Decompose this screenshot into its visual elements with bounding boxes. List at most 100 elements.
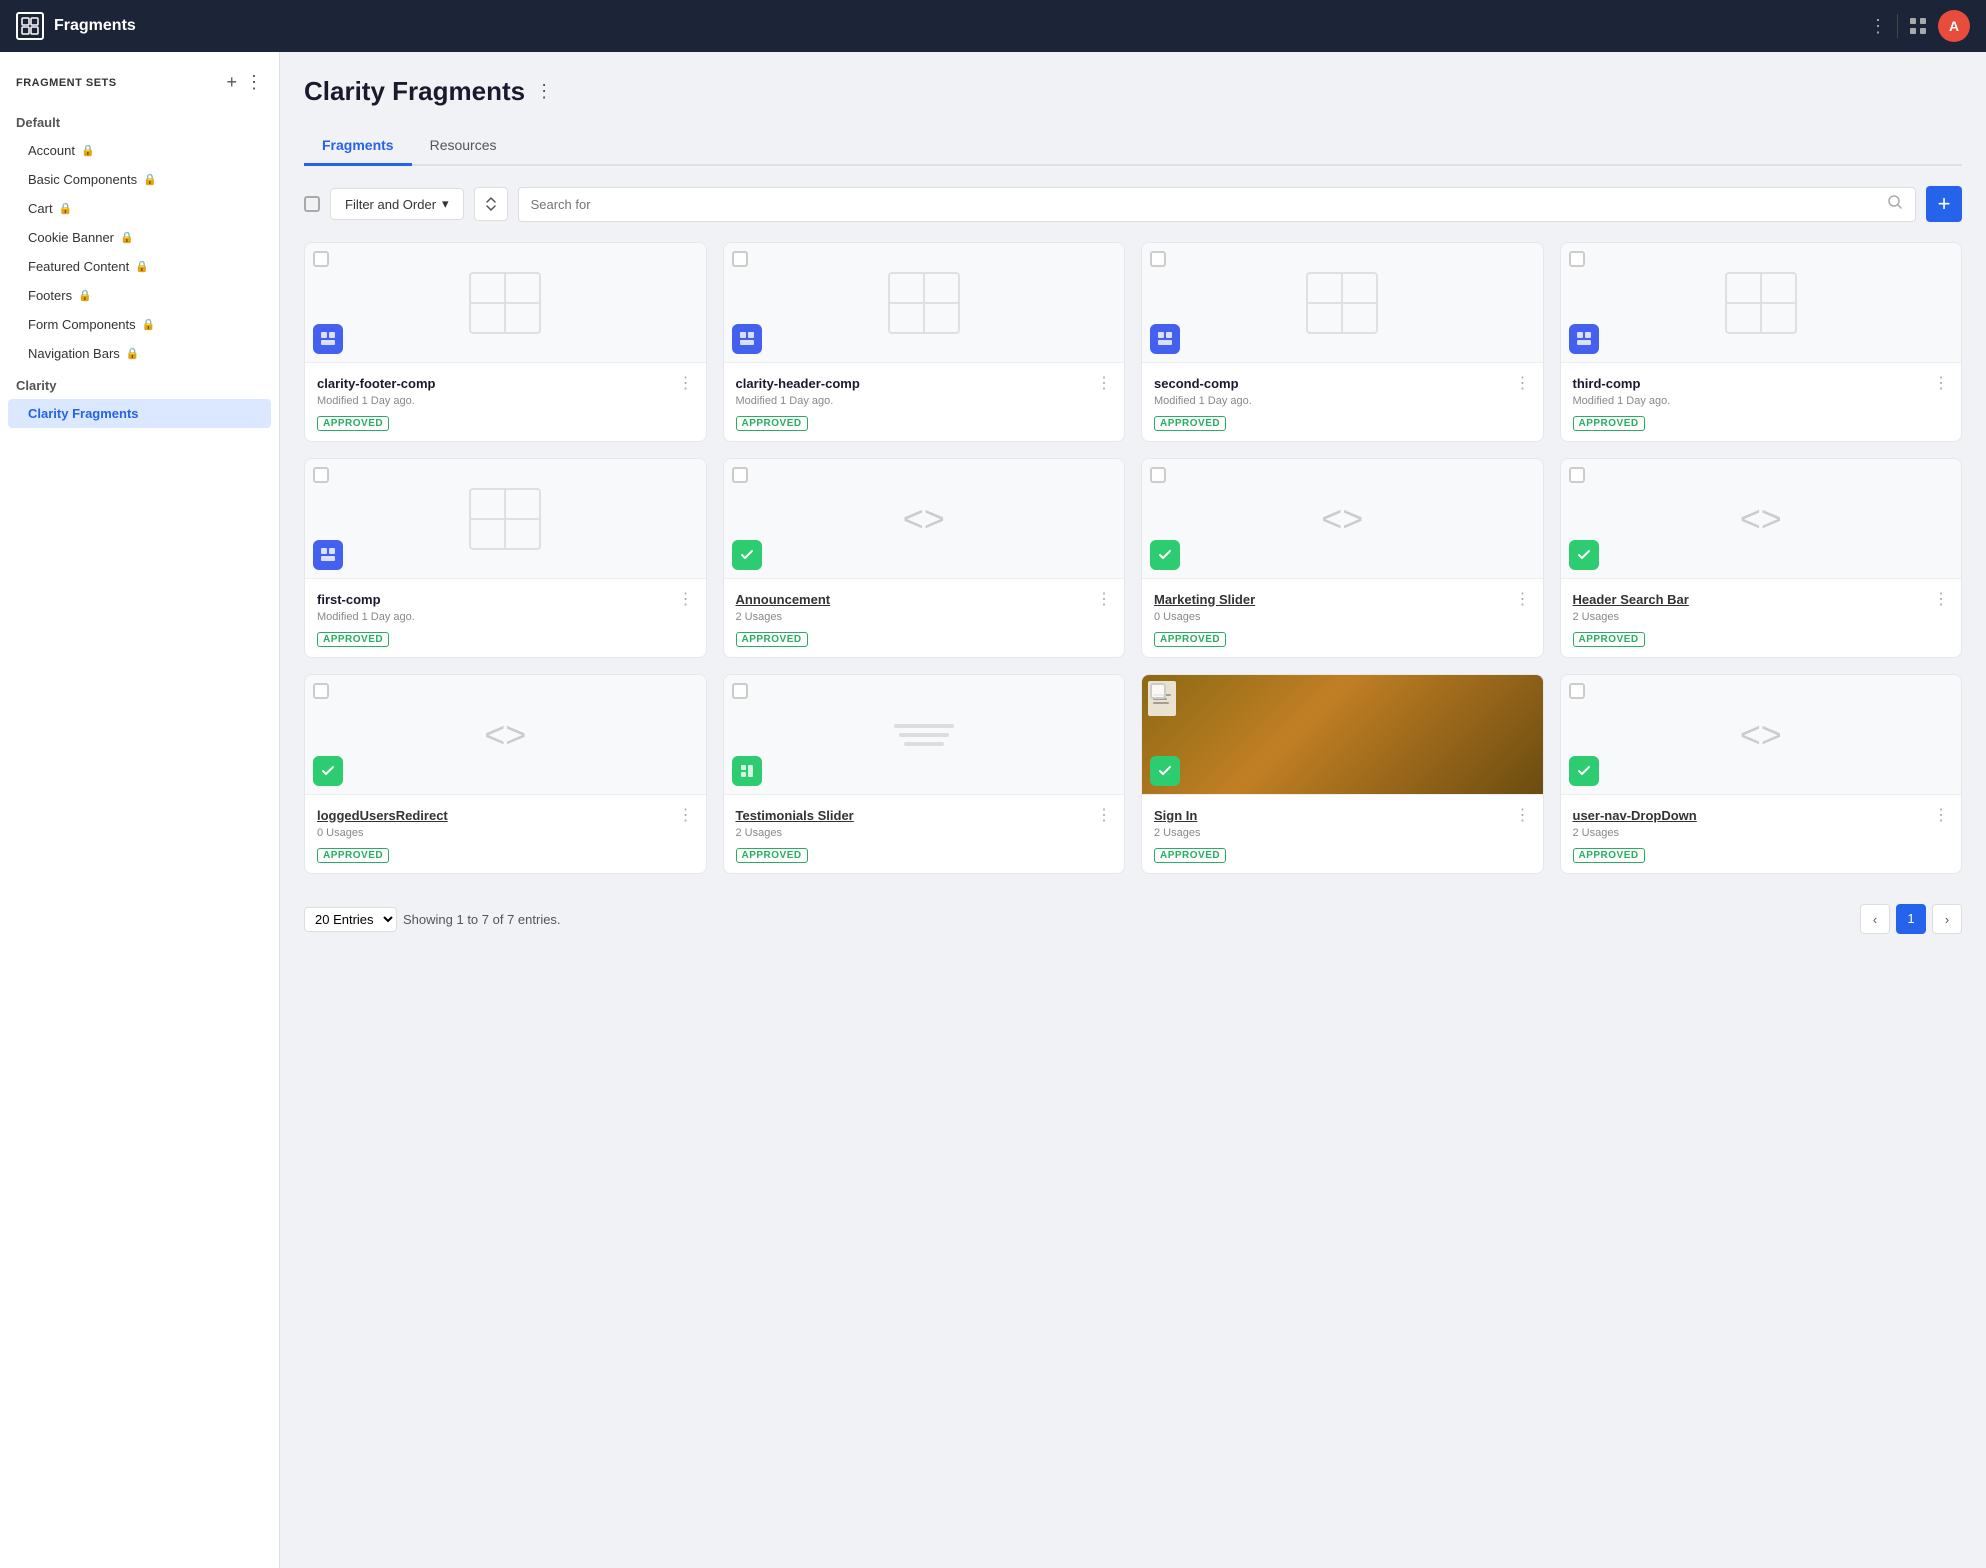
card-checkbox[interactable] <box>1569 467 1585 483</box>
card-name: third-comp <box>1573 376 1641 391</box>
top-nav-grid-icon[interactable] <box>1908 16 1928 36</box>
prev-page-button[interactable]: ‹ <box>1860 904 1890 934</box>
card-dots-icon[interactable]: ⋮ <box>1933 805 1949 825</box>
card-dots-icon[interactable]: ⋮ <box>678 373 694 393</box>
card-name-row: Marketing Slider ⋮ <box>1154 589 1531 609</box>
card-badge: APPROVED <box>736 848 808 863</box>
card-badge: APPROVED <box>1573 416 1645 431</box>
fragment-card-announcement[interactable]: <> Announcement ⋮ 2 Usages APPROVED <box>723 458 1126 658</box>
tab-fragments[interactable]: Fragments <box>304 127 412 166</box>
card-name[interactable]: Marketing Slider <box>1154 592 1255 607</box>
sidebar-item-basic-components[interactable]: Basic Components 🔒 <box>0 165 279 194</box>
card-name[interactable]: Header Search Bar <box>1573 592 1689 607</box>
card-icon-badge <box>1150 540 1180 570</box>
card-checkbox[interactable] <box>1150 683 1166 699</box>
sidebar-item-clarity-fragments[interactable]: Clarity Fragments <box>8 399 271 428</box>
entries-select[interactable]: 20 Entries 10 Entries 5 Entries <box>304 907 397 932</box>
card-badge: APPROVED <box>1154 416 1226 431</box>
card-meta: 0 Usages <box>1154 611 1531 623</box>
card-name[interactable]: user-nav-DropDown <box>1573 808 1697 823</box>
showing-label: Showing 1 to 7 of 7 entries. <box>403 912 561 927</box>
sidebar-item-cookie-banner[interactable]: Cookie Banner 🔒 <box>0 223 279 252</box>
sidebar-item-form-components[interactable]: Form Components 🔒 <box>0 310 279 339</box>
card-checkbox[interactable] <box>1569 251 1585 267</box>
sort-button[interactable] <box>474 187 508 221</box>
card-dots-icon[interactable]: ⋮ <box>1096 805 1112 825</box>
card-name[interactable]: Announcement <box>736 592 831 607</box>
nav-divider <box>1897 14 1898 38</box>
card-checkbox[interactable] <box>313 683 329 699</box>
card-meta: Modified 1 Day ago. <box>317 611 694 623</box>
card-dots-icon[interactable]: ⋮ <box>1933 373 1949 393</box>
card-dots-icon[interactable]: ⋮ <box>1933 589 1949 609</box>
cookie-banner-lock-icon: 🔒 <box>120 231 134 244</box>
card-icon-badge <box>1150 756 1180 786</box>
card-dots-icon[interactable]: ⋮ <box>678 589 694 609</box>
card-name[interactable]: Testimonials Slider <box>736 808 854 823</box>
code-preview-icon: <> <box>1321 498 1363 540</box>
user-avatar[interactable]: A <box>1938 10 1970 42</box>
card-checkbox[interactable] <box>732 251 748 267</box>
card-dots-icon[interactable]: ⋮ <box>1096 589 1112 609</box>
select-all-checkbox[interactable] <box>304 196 320 212</box>
fragment-card-clarity-header-comp[interactable]: clarity-header-comp ⋮ Modified 1 Day ago… <box>723 242 1126 442</box>
card-dots-icon[interactable]: ⋮ <box>1096 373 1112 393</box>
fragment-set-menu-icon[interactable]: ⋮ <box>245 72 263 93</box>
tab-resources[interactable]: Resources <box>412 127 515 166</box>
card-name-row: Header Search Bar ⋮ <box>1573 589 1950 609</box>
sidebar-item-footers[interactable]: Footers 🔒 <box>0 281 279 310</box>
next-page-button[interactable]: › <box>1932 904 1962 934</box>
fragment-card-second-comp[interactable]: second-comp ⋮ Modified 1 Day ago. APPROV… <box>1141 242 1544 442</box>
fragment-card-first-comp[interactable]: first-comp ⋮ Modified 1 Day ago. APPROVE… <box>304 458 707 658</box>
filter-order-button[interactable]: Filter and Order ▾ <box>330 188 464 220</box>
page-menu-icon[interactable]: ⋮ <box>535 81 553 102</box>
card-checkbox[interactable] <box>732 683 748 699</box>
card-meta: Modified 1 Day ago. <box>1154 395 1531 407</box>
card-dots-icon[interactable]: ⋮ <box>1515 589 1531 609</box>
search-input[interactable] <box>531 197 1879 212</box>
fragment-card-clarity-footer-comp[interactable]: clarity-footer-comp ⋮ Modified 1 Day ago… <box>304 242 707 442</box>
account-lock-icon: 🔒 <box>81 144 95 157</box>
fragment-card-sign-in[interactable]: Sign In ⋮ 2 Usages APPROVED <box>1141 674 1544 874</box>
card-dots-icon[interactable]: ⋮ <box>678 805 694 825</box>
code-preview-icon: <> <box>484 714 526 756</box>
fragment-card-testimonials-slider[interactable]: Testimonials Slider ⋮ 2 Usages APPROVED <box>723 674 1126 874</box>
card-dots-icon[interactable]: ⋮ <box>1515 373 1531 393</box>
form-components-lock-icon: 🔒 <box>142 318 156 331</box>
fragment-card-user-nav-dropdown[interactable]: <> user-nav-DropDown ⋮ 2 Usages APPROVED <box>1560 674 1963 874</box>
card-icon-badge <box>1150 324 1180 354</box>
fragment-card-marketing-slider[interactable]: <> Marketing Slider ⋮ 0 Usages APPROVED <box>1141 458 1544 658</box>
top-nav-dots-icon[interactable]: ⋮ <box>1869 16 1887 37</box>
sidebar-item-navigation-bars[interactable]: Navigation Bars 🔒 <box>0 339 279 368</box>
card-body: clarity-footer-comp ⋮ Modified 1 Day ago… <box>305 363 706 441</box>
sidebar-item-cart[interactable]: Cart 🔒 <box>0 194 279 223</box>
card-name[interactable]: loggedUsersRedirect <box>317 808 448 823</box>
sidebar-item-account[interactable]: Account 🔒 <box>0 136 279 165</box>
add-button[interactable]: + <box>1926 186 1962 222</box>
sidebar-section-default: Default Account 🔒 Basic Components 🔒 Car… <box>0 105 279 368</box>
sidebar-item-featured-content[interactable]: Featured Content 🔒 <box>0 252 279 281</box>
basic-components-lock-icon: 🔒 <box>143 173 157 186</box>
fragment-card-header-search-bar[interactable]: <> Header Search Bar ⋮ 2 Usages APPROVED <box>1560 458 1963 658</box>
code-preview-icon: <> <box>1740 498 1782 540</box>
pagination-nav: ‹ 1 › <box>1860 904 1962 934</box>
card-name[interactable]: Sign In <box>1154 808 1197 823</box>
card-preview: <> <box>1142 459 1543 579</box>
layout: FRAGMENT SETS + ⋮ Default Account 🔒 Basi… <box>0 52 1986 1568</box>
card-body: loggedUsersRedirect ⋮ 0 Usages APPROVED <box>305 795 706 873</box>
card-checkbox[interactable] <box>1569 683 1585 699</box>
card-checkbox[interactable] <box>1150 467 1166 483</box>
card-checkbox[interactable] <box>313 467 329 483</box>
fragment-card-logged-users-redirect[interactable]: <> loggedUsersRedirect ⋮ 0 Usages APPROV… <box>304 674 707 874</box>
card-dots-icon[interactable]: ⋮ <box>1515 805 1531 825</box>
layout-preview-icon <box>884 268 964 338</box>
page-1-button[interactable]: 1 <box>1896 904 1926 934</box>
fragment-card-third-comp[interactable]: third-comp ⋮ Modified 1 Day ago. APPROVE… <box>1560 242 1963 442</box>
card-checkbox[interactable] <box>313 251 329 267</box>
card-meta: 0 Usages <box>317 827 694 839</box>
add-fragment-set-icon[interactable]: + <box>226 72 237 93</box>
card-meta: 2 Usages <box>1573 827 1950 839</box>
card-checkbox[interactable] <box>1150 251 1166 267</box>
card-checkbox[interactable] <box>732 467 748 483</box>
layout-preview-icon <box>465 484 545 554</box>
